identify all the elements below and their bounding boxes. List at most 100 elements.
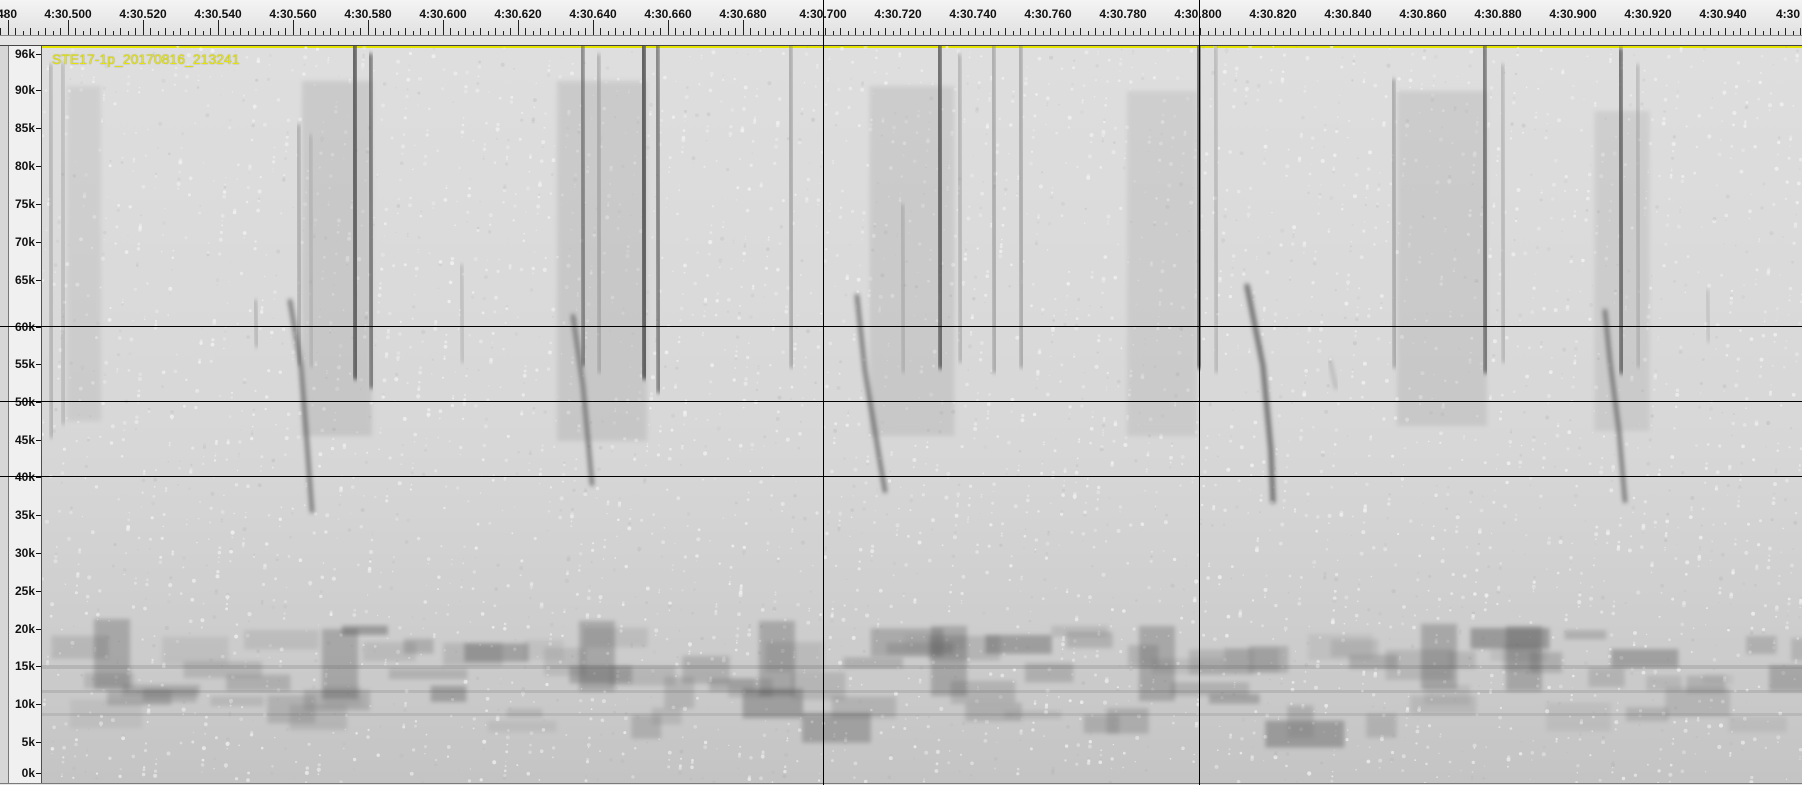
noise-speckle xyxy=(131,754,136,759)
noise-speckle xyxy=(1678,350,1683,354)
noise-speckle xyxy=(897,67,900,69)
noise-speckle xyxy=(1116,379,1121,384)
noise-speckle xyxy=(86,747,89,749)
noise-speckle xyxy=(737,612,741,617)
noise-speckle xyxy=(1762,182,1766,186)
noise-speckle xyxy=(428,252,431,255)
noise-speckle xyxy=(196,539,198,541)
noise-speckle xyxy=(968,205,971,208)
minor-time-tick xyxy=(135,28,136,35)
noise-speckle xyxy=(1362,80,1366,84)
noise-speckle xyxy=(44,89,48,92)
noise-speckle xyxy=(1240,745,1243,747)
noise-speckle xyxy=(675,80,677,83)
noise-speckle xyxy=(1307,341,1310,344)
noise-speckle xyxy=(766,255,769,258)
noise-speckle xyxy=(304,46,308,50)
noise-speckle xyxy=(1244,101,1248,105)
noise-speckle xyxy=(1093,96,1096,98)
noise-speckle xyxy=(1783,498,1788,502)
noise-speckle xyxy=(1672,150,1675,153)
noise-speckle xyxy=(398,332,402,336)
spectrogram-view[interactable] xyxy=(42,46,1802,783)
noise-speckle xyxy=(1758,238,1761,240)
noise-speckle xyxy=(447,604,450,606)
noise-speckle xyxy=(1328,522,1330,525)
noise-speckle xyxy=(1280,228,1285,233)
noise-speckle xyxy=(1461,458,1464,462)
noise-speckle xyxy=(1570,561,1572,564)
noise-speckle xyxy=(606,502,610,506)
noise-speckle xyxy=(1316,80,1319,82)
noise-speckle xyxy=(1332,770,1334,773)
audio-track[interactable]: 96k 90k 85k 80k 75k 70k 65k 60k 55k 50k 45k 40k 35k 3… xyxy=(0,45,1802,784)
minor-time-tick xyxy=(803,31,804,35)
noise-speckle xyxy=(450,403,455,408)
noise-speckle xyxy=(621,603,625,607)
noise-speckle xyxy=(1640,102,1644,106)
minor-time-tick xyxy=(765,28,766,35)
noise-speckle xyxy=(1584,661,1588,666)
timeline-ruler[interactable]: 4804:30.5004:30.5204:30.5404:30.5604:30.… xyxy=(0,0,1802,36)
frequency-label-0k: 0k xyxy=(21,766,35,780)
noise-speckle xyxy=(964,248,968,251)
noise-speckle xyxy=(749,315,753,319)
noise-speckle xyxy=(834,285,836,288)
noise-speckle xyxy=(1423,502,1425,505)
minor-time-tick xyxy=(1388,31,1389,35)
noise-speckle xyxy=(1330,485,1334,489)
noise-speckle xyxy=(1726,483,1730,488)
noise-speckle xyxy=(1475,568,1479,572)
noise-speckle xyxy=(1497,155,1499,157)
noise-speckle xyxy=(239,271,244,276)
spectrogram-image[interactable] xyxy=(42,46,1802,783)
noise-speckle xyxy=(1256,390,1260,393)
noise-speckle xyxy=(43,110,46,114)
noise-speckle xyxy=(1205,297,1209,300)
noise-speckle xyxy=(515,193,517,195)
noise-speckle xyxy=(141,184,146,189)
noise-speckle xyxy=(1553,308,1558,313)
noise-speckle xyxy=(1633,631,1637,635)
noise-speckle xyxy=(224,330,227,333)
noise-speckle xyxy=(1705,462,1708,465)
noise-speckle xyxy=(431,358,434,361)
minor-time-tick xyxy=(1305,28,1306,35)
noise-speckle xyxy=(1362,361,1367,366)
noise-speckle xyxy=(337,75,340,77)
noise-speckle xyxy=(1775,468,1778,471)
noise-speckle xyxy=(734,648,738,652)
noise-speckle xyxy=(1548,370,1553,374)
noise-speckle xyxy=(740,285,743,288)
noise-speckle xyxy=(1776,735,1781,740)
noise-speckle xyxy=(1437,597,1442,601)
noise-speckle xyxy=(424,444,428,447)
noise-speckle xyxy=(1192,760,1195,763)
noise-speckle xyxy=(693,439,696,442)
noise-speckle xyxy=(776,267,780,272)
noise-speckle xyxy=(234,777,239,781)
noise-speckle xyxy=(780,501,785,507)
noise-speckle xyxy=(1051,325,1055,330)
noise-speckle xyxy=(1060,67,1064,71)
noise-speckle xyxy=(1037,214,1040,217)
noise-speckle xyxy=(1542,456,1546,460)
noise-speckle xyxy=(1641,670,1646,675)
noise-speckle xyxy=(403,708,407,713)
noise-speckle xyxy=(1379,737,1384,742)
noise-speckle xyxy=(153,773,158,778)
noise-speckle xyxy=(1252,731,1256,735)
noise-speckle xyxy=(1064,759,1067,762)
noise-speckle xyxy=(969,774,973,777)
noise-speckle xyxy=(1204,458,1207,461)
noise-speckle xyxy=(1570,255,1573,259)
noise-speckle xyxy=(1600,610,1604,614)
noise-speckle xyxy=(1788,286,1793,291)
noise-speckle xyxy=(1583,98,1585,101)
noise-speckle xyxy=(740,126,745,130)
noise-speckle xyxy=(180,147,183,150)
noise-speckle xyxy=(700,57,703,59)
noise-speckle xyxy=(1739,474,1742,476)
noise-speckle xyxy=(790,547,792,550)
noise-speckle xyxy=(1717,152,1722,157)
